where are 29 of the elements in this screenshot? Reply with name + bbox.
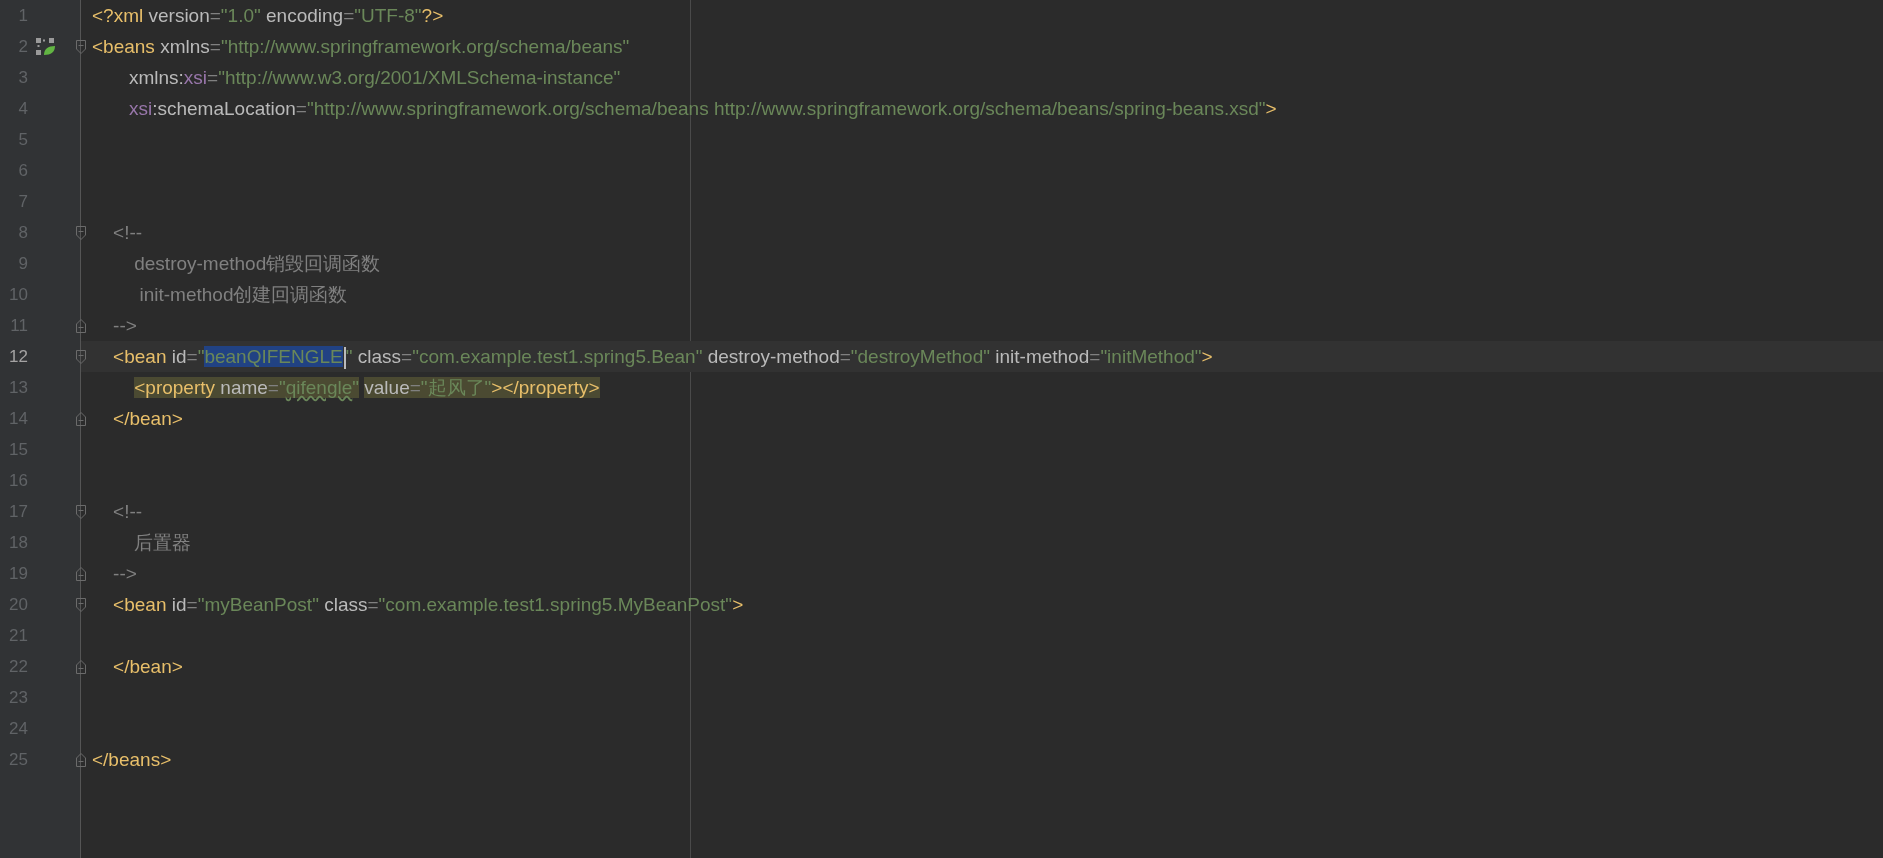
code-line: 后置器: [133, 531, 192, 555]
code-line: <!--: [112, 500, 143, 524]
code-line: -->: [112, 562, 137, 586]
fold-end-icon[interactable]: [75, 317, 87, 334]
code-line: <!--: [112, 221, 143, 245]
code-line: init-method创建回调函数: [138, 283, 348, 307]
code-line: destroy-method销毁回调函数: [133, 252, 381, 276]
bean-leaf-icon[interactable]: [36, 37, 56, 56]
fold-end-icon[interactable]: [75, 751, 87, 768]
line-number: 12: [8, 346, 28, 367]
code-line: </beans>: [91, 748, 172, 772]
fold-collapse-icon[interactable]: [75, 596, 87, 613]
fold-collapse-icon[interactable]: [75, 348, 87, 365]
code-line: </bean>: [112, 655, 183, 679]
fold-collapse-icon[interactable]: [75, 38, 87, 55]
fold-collapse-icon[interactable]: [75, 503, 87, 520]
code-line: -->: [112, 314, 137, 338]
fold-end-icon[interactable]: [75, 565, 87, 582]
code-line: xsi:schemaLocation="http://www.springframework.org/schema/beans http://www.springframework.org/schema/beans/spring-beans.xsd">: [127, 97, 1277, 121]
code-line: </bean>: [112, 407, 183, 431]
code-line: <bean id="myBeanPost" class="com.example.test1.spring5.MyBeanPost">: [112, 593, 744, 617]
code-line: <property name="qifengle" value="起风了"></property>: [133, 376, 600, 400]
code-line: <?xml version="1.0" encoding="UTF-8"?>: [91, 4, 444, 28]
code-line: xmlns:xsi="http://www.w3.org/2001/XMLSchema-instance": [127, 66, 621, 90]
fold-end-icon[interactable]: [75, 410, 87, 427]
fold-end-icon[interactable]: [75, 658, 87, 675]
code-line: <beans xmlns="http://www.springframework.org/schema/beans": [91, 35, 630, 59]
code-line: <bean id="beanQIFENGLE" class="com.example.test1.spring5.Bean" destroy-method="destroyMethod" init-method="initMethod">: [112, 345, 1213, 370]
fold-collapse-icon[interactable]: [75, 224, 87, 241]
